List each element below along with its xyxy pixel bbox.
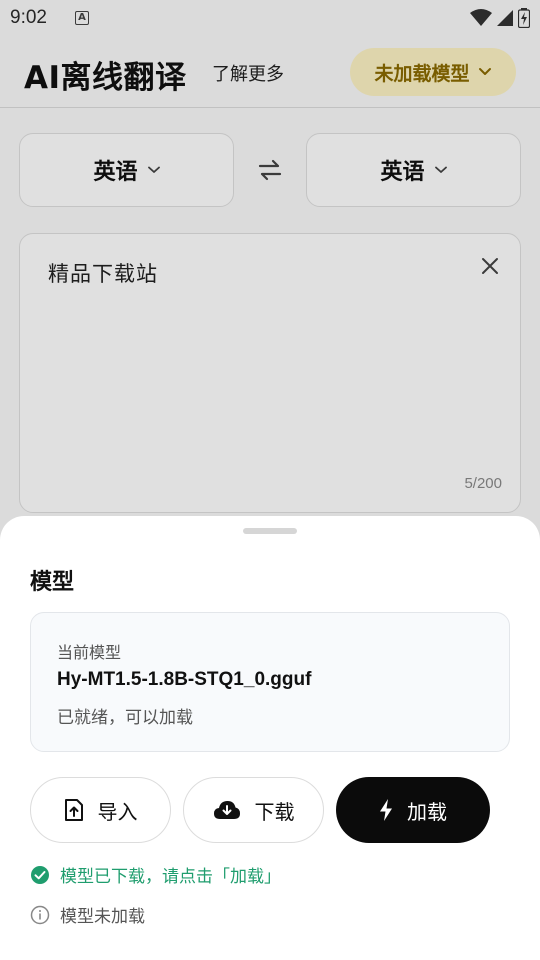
download-button-label: 下载 <box>254 799 295 824</box>
sheet-title: 模型 <box>30 570 75 595</box>
import-button[interactable]: 导入 <box>30 777 171 843</box>
current-model-name: Hy-MT1.5-1.8B-STQ1_0.gguf <box>57 669 312 690</box>
load-button[interactable]: 加载 <box>336 777 490 843</box>
current-model-status: 已就绪，可以加载 <box>57 708 193 728</box>
downloaded-message: 模型已下载，请点击「加载」 <box>30 862 281 887</box>
current-model-card: 当前模型 Hy-MT1.5-1.8B-STQ1_0.gguf 已就绪，可以加载 <box>30 612 510 752</box>
load-button-label: 加载 <box>407 799 447 824</box>
drag-handle[interactable] <box>243 528 297 534</box>
not-loaded-message-text: 模型未加载 <box>60 907 145 927</box>
download-button[interactable]: 下载 <box>183 777 324 843</box>
info-icon <box>30 905 50 924</box>
cloud-download-icon <box>213 801 240 819</box>
downloaded-message-text: 模型已下载，请点击「加载」 <box>60 867 281 887</box>
lightning-icon <box>380 799 392 821</box>
check-circle-icon <box>31 865 49 884</box>
import-button-label: 导入 <box>97 799 138 824</box>
current-model-label: 当前模型 <box>57 643 122 662</box>
not-loaded-message: 模型未加载 <box>30 902 145 927</box>
model-bottom-sheet: 模型 当前模型 Hy-MT1.5-1.8B-STQ1_0.gguf 已就绪，可以… <box>0 516 540 960</box>
file-upload-icon <box>64 799 83 821</box>
